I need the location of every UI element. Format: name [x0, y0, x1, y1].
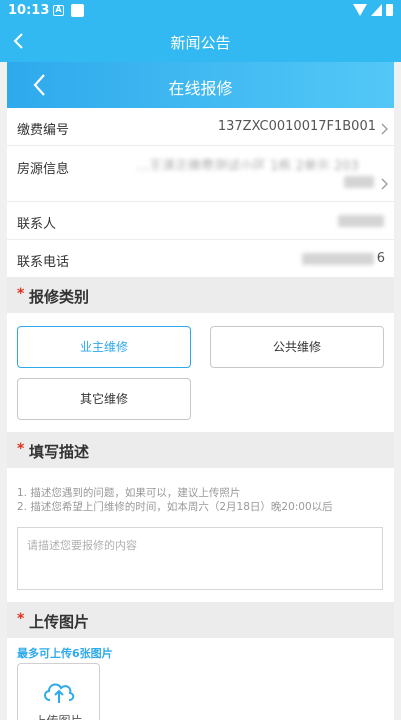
description-title: 填写描述	[29, 443, 90, 461]
chevron-right-icon	[381, 123, 388, 135]
upload-image-button[interactable]: 上传图片	[17, 663, 100, 720]
required-mark: *	[17, 286, 25, 302]
house-info-value: …王清正缴费测试小区 1栋 2单元 203	[136, 159, 359, 170]
app-bar: 新闻公告	[0, 22, 401, 62]
status-right-icons	[353, 4, 393, 16]
fee-number-value: 137ZXC0010017F1B001	[217, 119, 376, 134]
app-bar-title: 新闻公告	[170, 34, 231, 52]
phone-row[interactable]: 联系电话 6	[7, 240, 394, 277]
house-info-row[interactable]: 房源信息 …王清正缴费测试小区 1栋 2单元 203	[7, 146, 394, 202]
upload-limit-hint: 最多可上传6张图片	[17, 647, 113, 660]
upload-image-label: 上传图片	[18, 712, 99, 720]
description-section-header: * 填写描述	[7, 432, 394, 468]
description-hint-2: 2. 描述您希望上门维修的时间，如本周六（2月18日）晚20:00以后	[17, 501, 333, 513]
status-bar: 10:13 A	[0, 0, 401, 22]
required-mark: *	[17, 441, 25, 457]
status-time: 10:13	[8, 3, 50, 18]
battery-icon	[386, 4, 393, 16]
page-header: 在线报修	[7, 62, 394, 108]
chevron-right-icon	[381, 178, 388, 190]
upload-section-header: * 上传图片	[7, 602, 394, 638]
repair-type-title: 报修类别	[29, 288, 90, 306]
fee-number-row[interactable]: 缴费编号 137ZXC0010017F1B001	[7, 108, 394, 146]
page-title: 在线报修	[168, 79, 233, 98]
repair-type-section-header: * 报修类别	[7, 277, 394, 313]
phone-value-tail: 6	[376, 251, 385, 266]
house-info-redacted-block	[344, 176, 374, 188]
repair-type-owner-button[interactable]: 业主维修	[17, 326, 191, 368]
upload-title: 上传图片	[29, 613, 90, 631]
contact-value-redacted	[338, 215, 384, 227]
repair-type-public-button[interactable]: 公共维修	[210, 326, 384, 368]
signal-icon	[371, 4, 382, 16]
wifi-icon	[353, 4, 367, 16]
required-mark: *	[17, 611, 25, 627]
contact-label: 联系人	[17, 217, 57, 232]
notification-box-icon	[71, 4, 84, 17]
description-textarea[interactable]	[17, 527, 383, 590]
cloud-upload-icon	[44, 683, 75, 703]
description-hint-1: 1. 描述您遇到的问题，如果可以，建议上传照片	[17, 487, 241, 499]
contact-row[interactable]: 联系人	[7, 202, 394, 240]
phone-label: 联系电话	[17, 255, 70, 270]
notification-a-icon: A	[53, 5, 64, 16]
fee-number-label: 缴费编号	[17, 123, 70, 138]
webview-frame: 在线报修 缴费编号 137ZXC0010017F1B001 房源信息 …王清正缴…	[7, 62, 394, 720]
repair-type-other-button[interactable]: 其它维修	[17, 378, 191, 420]
house-info-label: 房源信息	[17, 162, 70, 177]
phone-value-redacted	[302, 253, 374, 265]
